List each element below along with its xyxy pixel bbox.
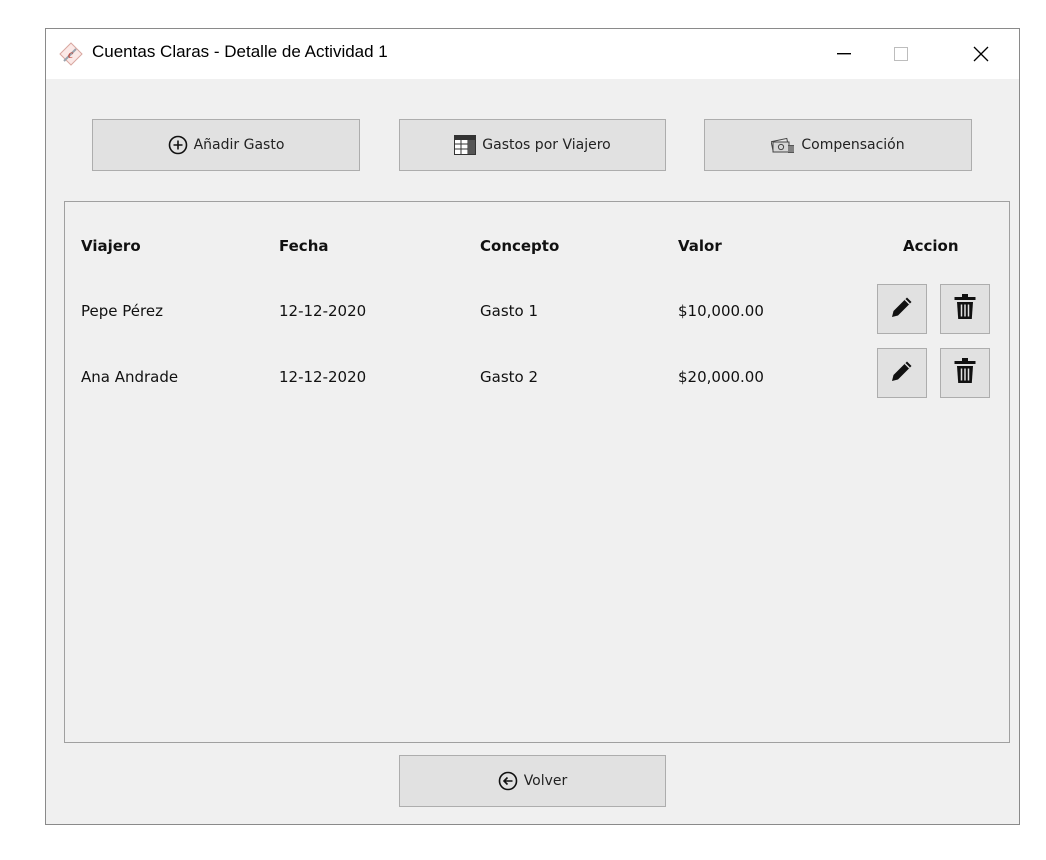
app-logo-icon: c [58, 41, 84, 67]
expenses-table: Viajero Fecha Concepto Valor Accion Pepe… [64, 201, 1010, 743]
minimize-button[interactable] [821, 29, 867, 79]
money-icon [771, 136, 795, 154]
expenses-by-traveler-label: Gastos por Viajero [482, 137, 611, 153]
edit-expense-button[interactable] [877, 348, 927, 398]
row-2-valor: $20,000.00 [678, 368, 764, 386]
trash-icon [953, 293, 977, 325]
spreadsheet-icon [454, 135, 477, 155]
close-button[interactable] [958, 29, 1004, 79]
arrow-left-circle-icon [498, 771, 518, 791]
row-1-valor: $10,000.00 [678, 302, 764, 320]
row-2-concepto: Gasto 2 [480, 368, 539, 386]
close-icon [973, 46, 989, 62]
plus-circle-icon [168, 135, 188, 155]
column-header-fecha: Fecha [279, 237, 329, 255]
row-2-viajero: Ana Andrade [81, 368, 179, 386]
title-bar: c Cuentas Claras - Detalle de Actividad … [46, 29, 1019, 79]
maximize-button[interactable] [878, 29, 924, 79]
column-header-valor: Valor [678, 237, 722, 255]
edit-expense-button[interactable] [877, 284, 927, 334]
delete-expense-button[interactable] [940, 348, 990, 398]
compensation-button[interactable]: Compensación [704, 119, 972, 171]
row-1-concepto: Gasto 1 [480, 302, 539, 320]
minimize-icon [837, 53, 851, 55]
pencil-icon [889, 358, 915, 388]
column-header-accion: Accion [903, 237, 959, 255]
expenses-by-traveler-button[interactable]: Gastos por Viajero [399, 119, 666, 171]
column-header-viajero: Viajero [81, 237, 141, 255]
maximize-icon [894, 47, 908, 61]
add-expense-button[interactable]: Añadir Gasto [92, 119, 360, 171]
window-title: Cuentas Claras - Detalle de Actividad 1 [92, 42, 388, 61]
app-window: c Cuentas Claras - Detalle de Actividad … [45, 28, 1020, 825]
pencil-icon [889, 294, 915, 324]
row-1-viajero: Pepe Pérez [81, 302, 163, 320]
trash-icon [953, 357, 977, 389]
svg-text:c: c [68, 47, 74, 61]
back-button[interactable]: Volver [399, 755, 666, 807]
compensation-label: Compensación [801, 137, 905, 153]
add-expense-label: Añadir Gasto [193, 137, 285, 153]
back-label: Volver [523, 773, 568, 789]
delete-expense-button[interactable] [940, 284, 990, 334]
row-1-fecha: 12-12-2020 [279, 302, 367, 320]
column-header-concepto: Concepto [480, 237, 560, 255]
row-2-fecha: 12-12-2020 [279, 368, 367, 386]
